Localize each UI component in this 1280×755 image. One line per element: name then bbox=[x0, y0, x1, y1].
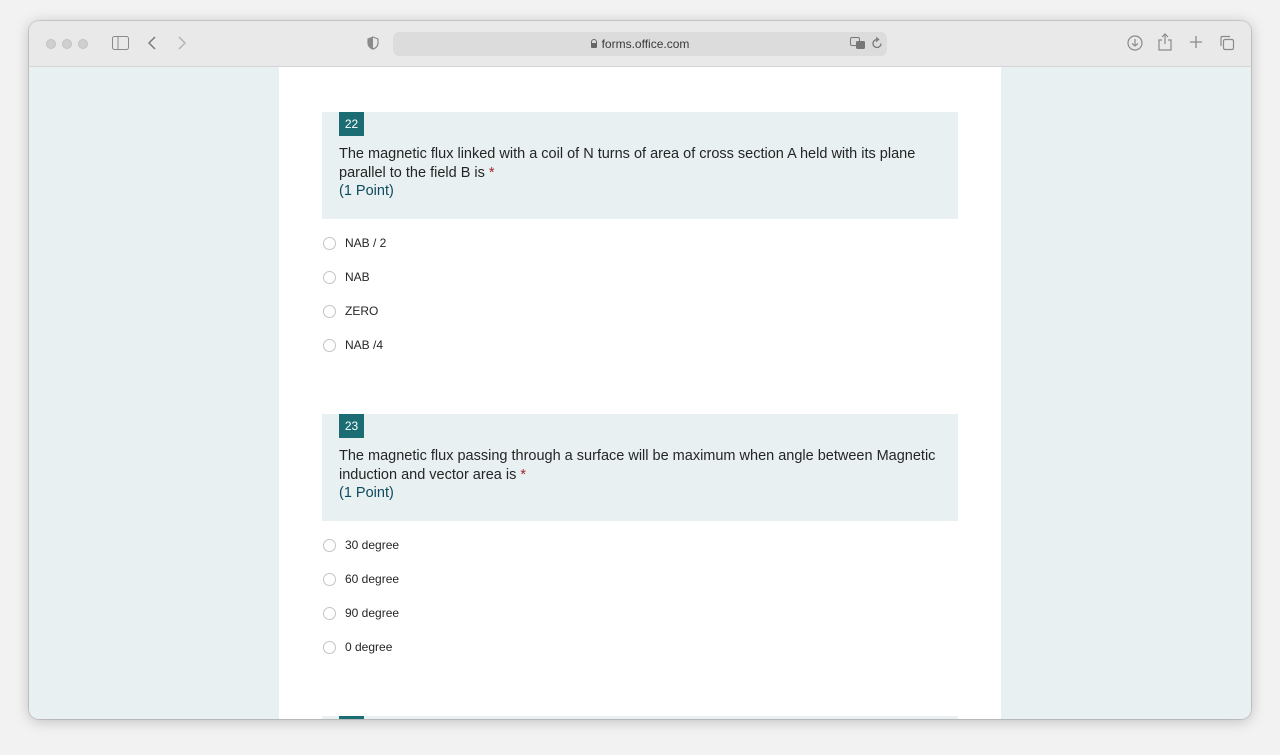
address-bar[interactable]: forms.office.com bbox=[393, 32, 887, 56]
radio-button[interactable] bbox=[323, 339, 336, 352]
option-label: 90 degree bbox=[345, 606, 400, 620]
radio-button[interactable] bbox=[323, 607, 336, 620]
option-label: NAB bbox=[345, 270, 370, 284]
required-marker: * bbox=[520, 467, 527, 483]
url-text: forms.office.com bbox=[601, 37, 690, 51]
close-window-button[interactable] bbox=[46, 39, 56, 49]
reload-icon[interactable] bbox=[871, 36, 883, 53]
radio-button[interactable] bbox=[323, 539, 336, 552]
option-label: 0 degree bbox=[345, 640, 393, 654]
share-icon[interactable] bbox=[1158, 33, 1172, 54]
option-label: 60 degree bbox=[345, 572, 400, 586]
option-label: ZERO bbox=[345, 304, 379, 318]
forward-arrow-icon[interactable] bbox=[177, 35, 187, 54]
option-label: NAB /4 bbox=[345, 338, 384, 352]
page-viewport[interactable]: 22 The magnetic flux linked with a coil … bbox=[29, 67, 1251, 719]
question-number-badge bbox=[339, 716, 364, 719]
tabs-overview-icon[interactable] bbox=[1219, 35, 1235, 54]
minimize-window-button[interactable] bbox=[62, 39, 72, 49]
radio-button[interactable] bbox=[323, 271, 336, 284]
browser-toolbar: forms.office.com bbox=[29, 21, 1251, 67]
required-marker: * bbox=[488, 165, 495, 181]
back-arrow-icon[interactable] bbox=[147, 35, 157, 54]
form-page: 22 The magnetic flux linked with a coil … bbox=[279, 67, 1001, 719]
question-prompt: The magnetic flux linked with a coil of … bbox=[339, 146, 916, 181]
question-prompt: The magnetic flux passing through a surf… bbox=[339, 448, 936, 483]
shield-icon[interactable] bbox=[367, 36, 379, 53]
radio-button[interactable] bbox=[323, 305, 336, 318]
download-icon[interactable] bbox=[1127, 35, 1143, 54]
radio-button[interactable] bbox=[323, 641, 336, 654]
option-label: NAB / 2 bbox=[345, 236, 387, 250]
question-text: The magnetic flux linked with a coil of … bbox=[339, 145, 944, 183]
new-tab-icon[interactable] bbox=[1189, 35, 1203, 52]
radio-button[interactable] bbox=[323, 237, 336, 250]
radio-button[interactable] bbox=[323, 573, 336, 586]
option-label: 30 degree bbox=[345, 538, 400, 552]
question-number-badge: 22 bbox=[339, 112, 364, 136]
question-number-badge: 23 bbox=[339, 414, 364, 438]
zoom-window-button[interactable] bbox=[78, 39, 88, 49]
browser-window: forms.office.com 22 The magnetic flux li… bbox=[29, 21, 1251, 719]
question-header bbox=[322, 716, 958, 719]
translate-icon[interactable] bbox=[850, 37, 866, 53]
question-header: 22 The magnetic flux linked with a coil … bbox=[322, 112, 958, 219]
question-points: (1 Point) bbox=[339, 485, 394, 501]
question-points: (1 Point) bbox=[339, 183, 394, 199]
sidebar-icon[interactable] bbox=[112, 36, 129, 53]
question-text: The magnetic flux passing through a surf… bbox=[339, 447, 944, 485]
lock-icon bbox=[590, 39, 597, 48]
question-header: 23 The magnetic flux passing through a s… bbox=[322, 414, 958, 521]
